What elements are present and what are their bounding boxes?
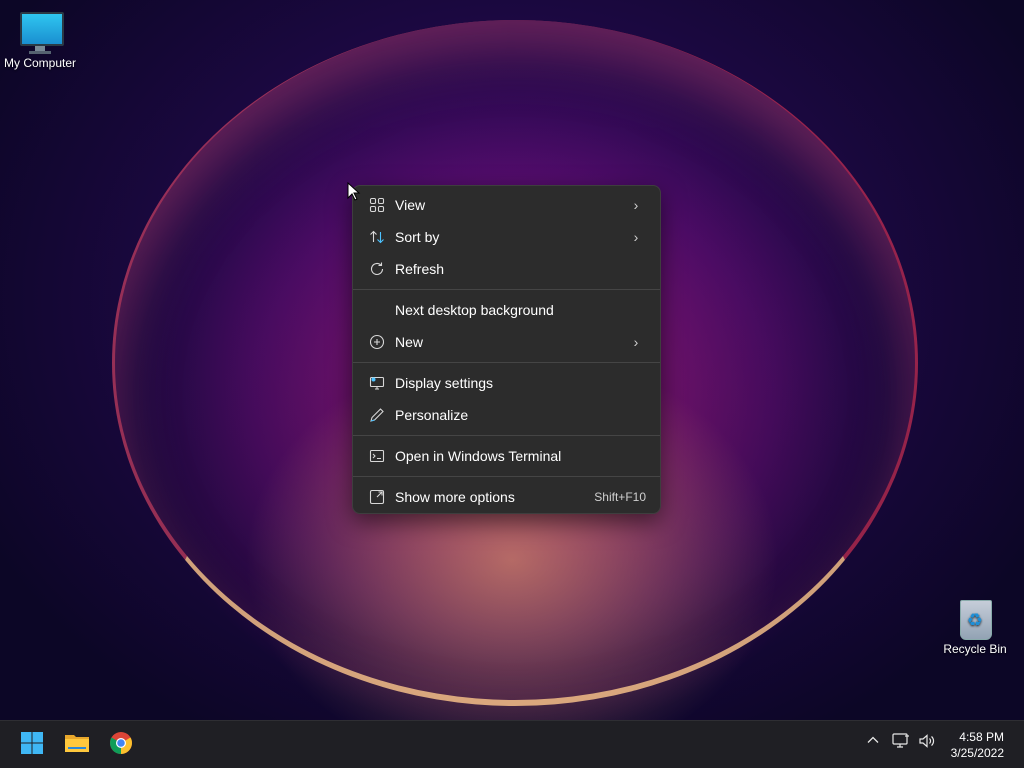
sort-arrows-icon	[367, 227, 387, 247]
taskbar: 4:58 PM 3/25/2022	[0, 720, 1024, 768]
folder-icon	[64, 732, 90, 759]
menu-item-label: Display settings	[395, 375, 494, 391]
network-icon	[892, 733, 910, 752]
menu-item-label: Personalize	[395, 407, 469, 423]
desktop[interactable]: My Computer ♻ Recycle Bin View › Sort by…	[0, 0, 1024, 720]
chrome-icon	[109, 731, 133, 760]
computer-monitor-icon	[18, 10, 64, 54]
clock[interactable]: 4:58 PM 3/25/2022	[951, 729, 1004, 761]
menu-item-sort-by[interactable]: Sort by ›	[357, 222, 656, 252]
recycle-bin-icon: ♻	[953, 596, 997, 640]
menu-separator	[353, 435, 660, 436]
menu-item-open-in-terminal[interactable]: Open in Windows Terminal	[357, 441, 656, 471]
network-button[interactable]	[892, 733, 910, 752]
menu-item-new[interactable]: New ›	[357, 327, 656, 357]
menu-item-label: Refresh	[395, 261, 445, 277]
menu-item-personalize[interactable]: Personalize	[357, 400, 656, 430]
menu-item-refresh[interactable]: Refresh	[357, 254, 656, 284]
menu-item-display-settings[interactable]: Display settings	[357, 368, 656, 398]
menu-separator	[353, 476, 660, 477]
volume-icon	[918, 734, 936, 752]
chevron-right-icon: ›	[633, 197, 639, 213]
mouse-cursor-icon	[347, 181, 361, 202]
terminal-icon	[367, 446, 387, 466]
volume-button[interactable]	[918, 733, 936, 752]
desktop-context-menu: View › Sort by › Refresh Next desktop ba…	[352, 185, 661, 514]
menu-item-show-more-options[interactable]: Show more options Shift+F10	[357, 482, 656, 512]
menu-item-label: Next desktop background	[395, 302, 554, 318]
menu-item-label: New	[395, 334, 424, 350]
desktop-icon-my-computer[interactable]: My Computer	[0, 10, 80, 70]
menu-item-label: Sort by	[395, 229, 440, 245]
pen-icon	[367, 405, 387, 425]
grid-icon	[367, 195, 387, 215]
windows-logo-icon	[20, 731, 44, 760]
chevron-up-icon	[866, 734, 880, 750]
desktop-icon-recycle-bin[interactable]: ♻ Recycle Bin	[935, 596, 1015, 656]
desktop-icon-label: My Computer	[3, 56, 77, 70]
menu-item-label: Show more options	[395, 489, 515, 505]
plus-circle-icon	[367, 332, 387, 352]
menu-separator	[353, 362, 660, 363]
start-button[interactable]	[16, 729, 48, 761]
menu-item-label: Open in Windows Terminal	[395, 448, 562, 464]
menu-item-label: View	[395, 197, 426, 213]
expand-icon	[367, 487, 387, 507]
chevron-right-icon: ›	[633, 229, 639, 245]
refresh-icon	[367, 259, 387, 279]
tray-overflow-button[interactable]	[866, 733, 880, 750]
clock-time: 4:58 PM	[959, 730, 1004, 744]
clock-date: 3/25/2022	[950, 746, 1004, 760]
file-explorer-button[interactable]	[61, 729, 93, 761]
chrome-button[interactable]	[105, 729, 137, 761]
chevron-right-icon: ›	[633, 334, 639, 350]
display-settings-icon	[367, 373, 387, 393]
menu-separator	[353, 289, 660, 290]
desktop-icon-label: Recycle Bin	[943, 642, 1007, 656]
menu-item-view[interactable]: View ›	[357, 190, 656, 220]
keyboard-shortcut: Shift+F10	[594, 490, 646, 504]
menu-item-next-desktop-background[interactable]: Next desktop background	[357, 295, 656, 325]
